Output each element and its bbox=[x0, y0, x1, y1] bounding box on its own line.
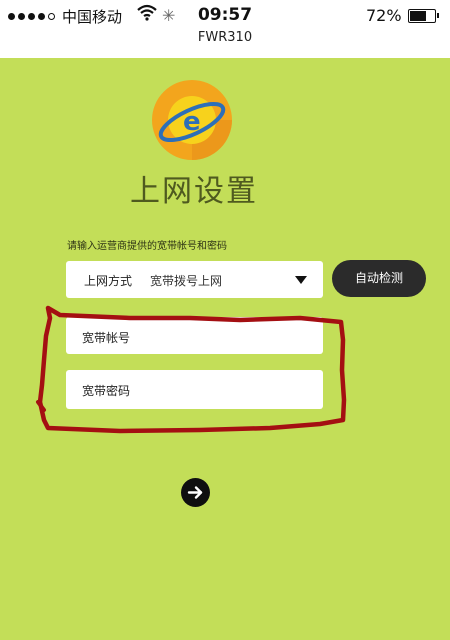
status-bar: 中国移动 ✳ 09:57 FWR310 72% bbox=[0, 0, 450, 58]
connection-type-value: 宽带拨号上网 bbox=[150, 274, 223, 288]
internet-globe-logo-icon: e bbox=[150, 78, 240, 168]
dropdown-caret-icon[interactable] bbox=[295, 276, 307, 284]
auto-detect-button[interactable]: 自动检测 bbox=[332, 260, 426, 297]
device-name: FWR310 bbox=[197, 30, 253, 45]
broadband-account-field[interactable]: 宽带帐号 bbox=[66, 317, 323, 354]
broadband-password-field[interactable]: 宽带密码 bbox=[66, 370, 323, 409]
connection-type-select[interactable]: 上网方式 宽带拨号上网 bbox=[66, 261, 323, 298]
battery-percentage: 72% bbox=[366, 6, 402, 25]
page-title: 上网设置 bbox=[130, 174, 258, 209]
broadband-password-input[interactable] bbox=[66, 370, 323, 409]
arrow-right-icon bbox=[187, 486, 203, 499]
battery-tip bbox=[437, 13, 439, 18]
instruction-text: 请输入运营商提供的宽带帐号和密码 bbox=[67, 241, 227, 252]
svg-text:e: e bbox=[183, 107, 201, 137]
next-button[interactable] bbox=[181, 478, 210, 507]
connection-type-label: 上网方式 bbox=[84, 274, 133, 288]
broadband-account-input[interactable] bbox=[66, 317, 323, 354]
battery-icon bbox=[408, 9, 436, 23]
